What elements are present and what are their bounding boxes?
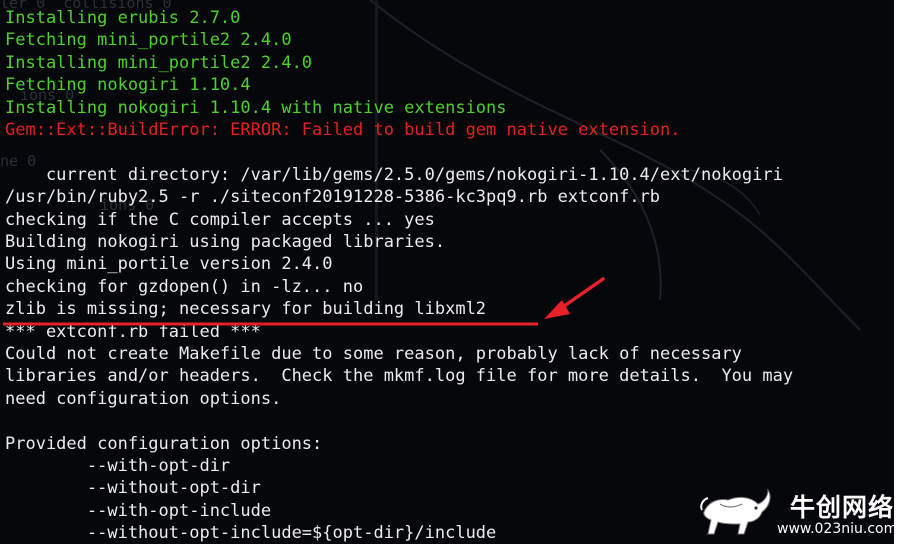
terminal-line: Installing erubis 2.7.0	[5, 8, 241, 28]
terminal-line: Building nokogiri using packaged librari…	[5, 232, 446, 252]
terminal-line: Fetching mini_portile2 2.4.0	[5, 30, 292, 51]
bull-logo-icon	[700, 488, 771, 535]
terminal-line: checking if the C compiler accepts ... y…	[5, 209, 435, 230]
terminal-line: need configuration options.	[5, 388, 282, 409]
terminal-line: Could not create Makefile due to some re…	[5, 344, 742, 364]
terminal-line: zlib is missing; necessary for building …	[5, 299, 487, 320]
watermark-brand: 牛创网络	[790, 493, 895, 522]
terminal-line: Fetching nokogiri 1.10.4	[5, 75, 251, 96]
terminal-line: Provided configuration options:	[5, 433, 323, 454]
terminal-line: --with-opt-include	[5, 500, 272, 521]
terminal-line: --without-opt-dir	[5, 478, 261, 499]
window-edge	[894, 0, 904, 544]
terminal-line: *** extconf.rb failed ***	[5, 321, 261, 342]
terminal-line: Gem::Ext::BuildError: ERROR: Failed to b…	[5, 120, 681, 140]
terminal-line: libraries and/or headers. Check the mkmf…	[5, 366, 794, 387]
terminal-line: --with-opt-dir	[5, 456, 231, 476]
terminal-line: checking for gzdopen() in -lz... no	[5, 276, 364, 297]
terminal-line: Installing nokogiri 1.10.4 with native e…	[5, 97, 507, 118]
red-arrow-icon	[544, 277, 605, 319]
terminal-line: /usr/bin/ruby2.5 -r ./siteconf20191228-5…	[5, 187, 661, 208]
watermark: 牛创网络 www.023niu.com	[696, 480, 898, 542]
terminal-line: current directory: /var/lib/gems/2.5.0/g…	[5, 164, 783, 185]
terminal-line: --without-opt-include=${opt-dir}/include	[5, 523, 497, 544]
terminal-line: Using mini_portile version 2.4.0	[5, 254, 333, 275]
terminal-line: Installing mini_portile2 2.4.0	[5, 52, 313, 73]
watermark-url: www.023niu.com	[777, 521, 898, 537]
terminal-window: ler 0 collisions 0 ne 0 ions 0 ions 0 In…	[0, 0, 894, 544]
